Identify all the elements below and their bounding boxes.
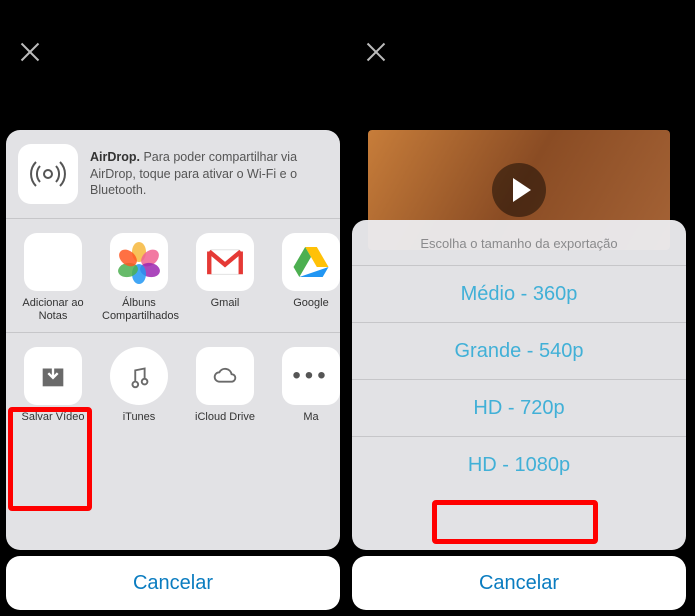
action-itunes[interactable]: iTunes (102, 347, 176, 424)
share-apps-row: Adicionar ao Notas Álbuns Compartilhados (6, 219, 340, 333)
action-label: Salvar Vídeo (16, 411, 90, 424)
cancel-label: Cancelar (133, 572, 213, 595)
more-icon: ••• (282, 347, 340, 405)
action-label: iTunes (102, 411, 176, 424)
action-label: Ma (274, 411, 340, 424)
play-icon (492, 163, 546, 217)
save-video-icon (24, 347, 82, 405)
action-more[interactable]: ••• Ma (274, 347, 340, 424)
photos-icon (110, 233, 168, 291)
icloud-drive-icon (196, 347, 254, 405)
export-option-1080p[interactable]: HD - 1080p (352, 436, 686, 493)
actions-row: Salvar Vídeo iTunes iCloud Drive (6, 333, 340, 434)
share-item-label: Gmail (188, 297, 262, 310)
close-icon[interactable] (18, 40, 42, 64)
notes-icon (24, 233, 82, 291)
action-save-video[interactable]: Salvar Vídeo (16, 347, 90, 424)
export-header: Escolha o tamanho da exportação (352, 220, 686, 265)
share-item-label: Google (274, 297, 340, 310)
share-sheet: AirDrop. Para poder compartilhar via Air… (6, 130, 340, 550)
export-option-540p[interactable]: Grande - 540p (352, 322, 686, 379)
screen-export-size: Escolha o tamanho da exportação Médio - … (346, 0, 692, 616)
share-item-label: Adicionar ao Notas (16, 297, 90, 322)
export-option-360p[interactable]: Médio - 360p (352, 265, 686, 322)
screen-share-sheet: AirDrop. Para poder compartilhar via Air… (0, 0, 346, 616)
export-option-720p[interactable]: HD - 720p (352, 379, 686, 436)
airdrop-row[interactable]: AirDrop. Para poder compartilhar via Air… (6, 130, 340, 219)
airdrop-description: AirDrop. Para poder compartilhar via Air… (90, 149, 328, 200)
airdrop-icon (18, 144, 78, 204)
gmail-icon (196, 233, 254, 291)
share-item-notes[interactable]: Adicionar ao Notas (16, 233, 90, 322)
export-size-sheet: Escolha o tamanho da exportação Médio - … (352, 220, 686, 550)
cancel-label: Cancelar (479, 572, 559, 595)
action-label: iCloud Drive (188, 411, 262, 424)
share-item-shared-albums[interactable]: Álbuns Compartilhados (102, 233, 176, 322)
cancel-button[interactable]: Cancelar (6, 556, 340, 610)
share-item-gmail[interactable]: Gmail (188, 233, 262, 322)
close-icon[interactable] (364, 40, 388, 64)
action-icloud-drive[interactable]: iCloud Drive (188, 347, 262, 424)
itunes-icon (110, 347, 168, 405)
share-item-label: Álbuns Compartilhados (102, 297, 176, 322)
google-drive-icon (282, 233, 340, 291)
share-item-google-drive[interactable]: Google (274, 233, 340, 322)
cancel-button[interactable]: Cancelar (352, 556, 686, 610)
